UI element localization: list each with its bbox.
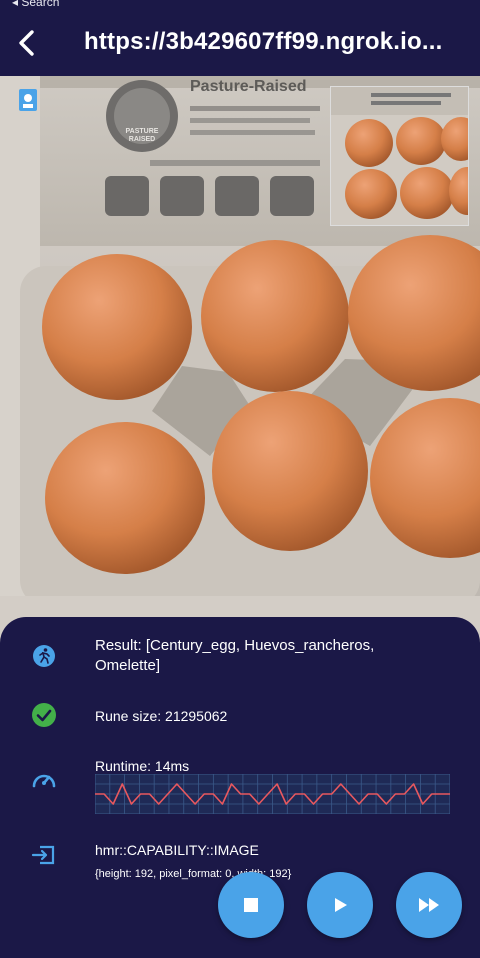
stop-button[interactable] [218, 872, 284, 938]
result-text-line1: Result: [Century_egg, Huevos_rancheros, [95, 637, 375, 654]
play-icon [335, 898, 347, 912]
page-url: https://3b429607ff99.ngrok.io... [84, 28, 443, 55]
status-back-link[interactable]: ◂ Search [12, 0, 59, 9]
play-button[interactable] [307, 872, 373, 938]
fast-forward-icon [419, 898, 439, 912]
rune-size-text: Rune size: 21295062 [95, 708, 228, 724]
chevron-left-icon [19, 30, 34, 56]
fast-forward-button[interactable] [396, 872, 462, 938]
capability-text: hmr::CAPABILITY::IMAGE [95, 842, 259, 858]
stop-icon [244, 898, 258, 912]
runtime-chart [95, 774, 450, 814]
carton-label: Pasture-Raised [190, 78, 307, 95]
camera-icon[interactable] [18, 88, 38, 114]
result-text-line2: Omelette] [95, 657, 161, 674]
back-button[interactable] [14, 28, 40, 58]
login-icon [30, 841, 58, 869]
speedometer-icon [30, 766, 58, 794]
check-circle-icon [30, 701, 58, 729]
preview-thumbnail [330, 86, 469, 226]
run-icon [30, 642, 58, 670]
runtime-text: Runtime: 14ms [95, 758, 190, 774]
navigation-bar: ◂ Search https://3b429607ff99.ngrok.io..… [0, 0, 480, 76]
seal-label: PASTURE RAISED [125, 128, 159, 143]
